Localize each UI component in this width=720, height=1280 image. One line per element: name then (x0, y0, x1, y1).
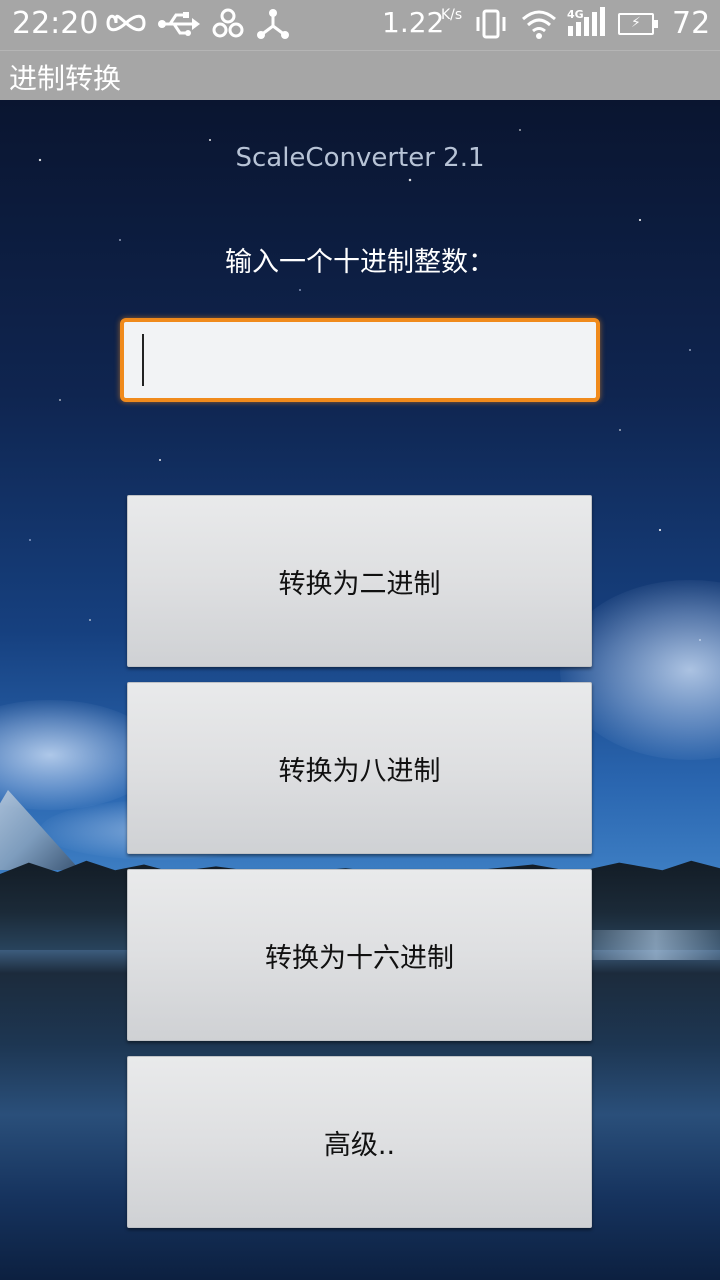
vibrate-icon (474, 8, 508, 48)
convert-to-binary-button[interactable]: 转换为二进制 (127, 495, 592, 667)
decimal-input-field[interactable] (120, 318, 600, 402)
infinity-icon (106, 8, 146, 46)
signal-icon: 4G (566, 6, 606, 48)
convert-to-octal-button[interactable]: 转换为八进制 (127, 682, 592, 854)
app-version-label: ScaleConverter 2.1 (235, 143, 485, 173)
text-cursor (142, 334, 144, 386)
usb-icon (158, 10, 200, 46)
battery-charging-icon: ⚡ (618, 13, 658, 35)
status-time: 22:20 (12, 6, 99, 41)
share-icon (256, 8, 290, 48)
network-type-label: 4G (567, 8, 584, 21)
network-speed-value: 1.22 (382, 6, 445, 39)
action-bar: 进制转换 (0, 50, 720, 100)
app-title: 进制转换 (9, 62, 122, 95)
network-speed-unit: K/s (441, 7, 463, 23)
wifi-icon (520, 8, 558, 48)
input-prompt-label: 输入一个十进制整数： (225, 247, 495, 278)
battery-percent: 72 (672, 6, 711, 41)
convert-to-hex-button[interactable]: 转换为十六进制 (127, 869, 592, 1041)
advanced-button[interactable]: 高级.. (127, 1056, 592, 1228)
link-icon (210, 8, 246, 48)
status-bar: 22:20 1.22 K/s 4G ⚡ 72 (0, 0, 720, 50)
decimal-input[interactable] (124, 322, 596, 398)
